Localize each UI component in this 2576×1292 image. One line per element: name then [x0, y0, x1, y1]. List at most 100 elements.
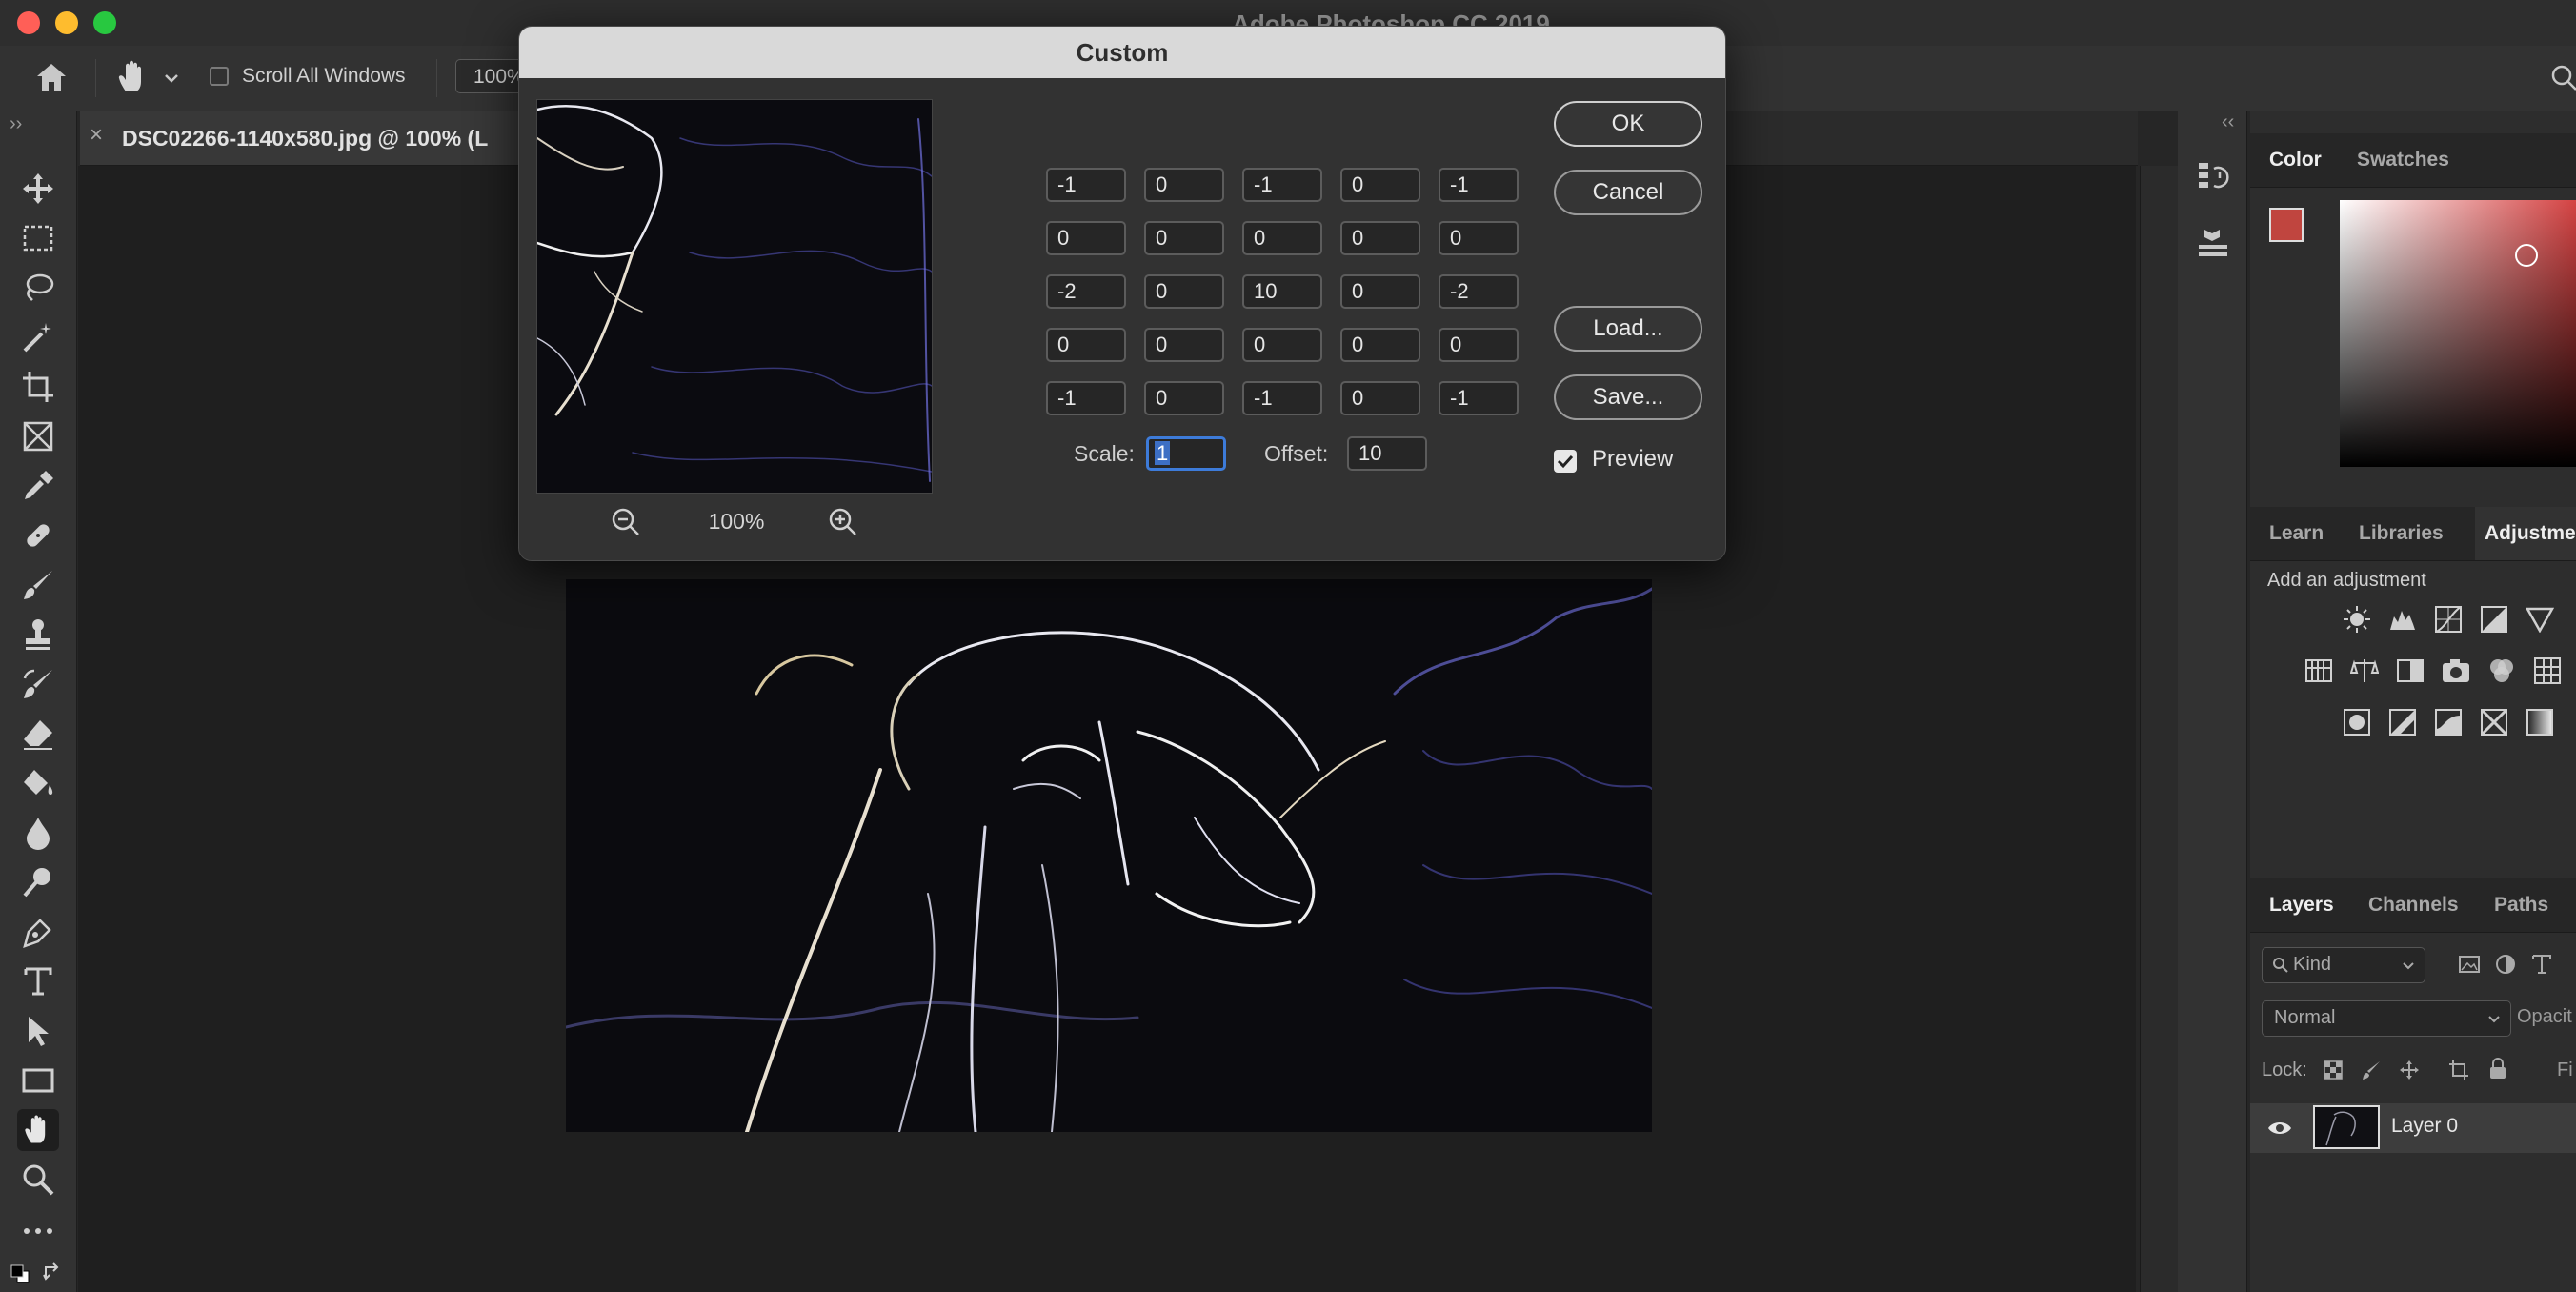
zoom-tool-icon[interactable]	[17, 1159, 59, 1201]
blur-tool-icon[interactable]	[17, 812, 59, 854]
matrix-cell[interactable]: 0	[1242, 328, 1322, 362]
matrix-cell[interactable]: 0	[1439, 328, 1519, 362]
matrix-cell[interactable]: 0	[1144, 168, 1224, 202]
matrix-cell[interactable]: 0	[1439, 221, 1519, 255]
preview-zoom-out-icon[interactable]	[611, 507, 641, 537]
foreground-color-swatch[interactable]	[2269, 208, 2304, 242]
color-balance-icon[interactable]	[2349, 656, 2380, 686]
matrix-cell[interactable]: -2	[1046, 274, 1126, 309]
color-picker-field[interactable]	[2340, 200, 2576, 467]
blend-mode-select[interactable]: Normal	[2262, 1000, 2511, 1037]
matrix-cell[interactable]: 0	[1046, 221, 1126, 255]
threshold-icon[interactable]	[2433, 707, 2464, 737]
matrix-cell[interactable]: -1	[1439, 168, 1519, 202]
matrix-cell[interactable]: -1	[1439, 381, 1519, 415]
tab-swatches[interactable]: Swatches	[2357, 133, 2449, 187]
filter-preview[interactable]	[536, 99, 933, 494]
tab-layers[interactable]: Layers	[2269, 878, 2334, 932]
tab-color[interactable]: Color	[2269, 133, 2322, 187]
layer-kind-filter[interactable]: Kind	[2262, 947, 2425, 983]
matrix-cell[interactable]: 0	[1144, 328, 1224, 362]
path-selection-tool-icon[interactable]	[17, 1010, 59, 1052]
lock-pixels-icon[interactable]	[2361, 1060, 2382, 1080]
collapse-toolbar-icon[interactable]: ››	[10, 113, 22, 135]
levels-icon[interactable]	[2387, 604, 2418, 635]
preview-checkbox[interactable]	[1554, 450, 1577, 473]
frame-tool-icon[interactable]	[17, 415, 59, 457]
matrix-cell[interactable]: 0	[1340, 328, 1420, 362]
collapse-panels-icon[interactable]: ‹‹	[2222, 111, 2234, 133]
lock-transparent-icon[interactable]	[2323, 1060, 2344, 1080]
rectangle-tool-icon[interactable]	[17, 1060, 59, 1101]
matrix-cell[interactable]: 0	[1340, 168, 1420, 202]
filter-type-icon[interactable]	[2530, 953, 2553, 976]
matrix-cell-center[interactable]: 10	[1242, 274, 1322, 309]
selective-color-icon[interactable]	[2479, 707, 2509, 737]
minimize-window-button[interactable]	[55, 11, 78, 34]
history-panel-icon[interactable]	[2197, 159, 2229, 193]
layer-name[interactable]: Layer 0	[2391, 1115, 2458, 1138]
type-tool-icon[interactable]	[17, 960, 59, 1002]
crop-tool-icon[interactable]	[17, 366, 59, 408]
eyedropper-tool-icon[interactable]	[17, 465, 59, 507]
search-icon[interactable]	[2549, 63, 2576, 91]
lasso-tool-icon[interactable]	[17, 267, 59, 309]
matrix-cell[interactable]: -1	[1242, 168, 1322, 202]
matrix-cell[interactable]: 0	[1144, 381, 1224, 415]
matrix-cell[interactable]: 0	[1046, 328, 1126, 362]
chevron-down-icon[interactable]	[164, 72, 179, 84]
default-colors-icon[interactable]	[10, 1263, 30, 1284]
color-picker-handle[interactable]	[2515, 244, 2538, 267]
healing-brush-tool-icon[interactable]	[17, 515, 59, 556]
properties-panel-icon[interactable]	[2197, 228, 2229, 262]
hand-tool-icon[interactable]	[17, 1109, 59, 1151]
hand-tool-preset-icon[interactable]	[114, 59, 152, 95]
hue-saturation-icon[interactable]	[2304, 656, 2334, 686]
scale-input[interactable]: 1	[1146, 436, 1226, 471]
home-icon[interactable]	[34, 61, 69, 93]
matrix-cell[interactable]: 0	[1340, 274, 1420, 309]
preview-zoom-in-icon[interactable]	[828, 507, 858, 537]
matrix-cell[interactable]: -1	[1046, 168, 1126, 202]
lock-artboard-icon[interactable]	[2448, 1060, 2469, 1080]
matrix-cell[interactable]: 0	[1242, 221, 1322, 255]
matrix-cell[interactable]: 0	[1144, 274, 1224, 309]
matrix-cell[interactable]: -2	[1439, 274, 1519, 309]
matrix-cell[interactable]: -1	[1242, 381, 1322, 415]
tab-libraries[interactable]: Libraries	[2359, 507, 2444, 560]
gradient-map-icon[interactable]	[2525, 707, 2555, 737]
eye-icon[interactable]	[2267, 1120, 2292, 1137]
vertical-scrollbar[interactable]	[2140, 166, 2179, 1292]
photo-filter-icon[interactable]	[2441, 656, 2471, 686]
posterize-icon[interactable]	[2387, 707, 2418, 737]
clone-stamp-tool-icon[interactable]	[17, 614, 59, 656]
invert-icon[interactable]	[2342, 707, 2372, 737]
matrix-cell[interactable]: -1	[1046, 381, 1126, 415]
black-white-icon[interactable]	[2395, 656, 2425, 686]
pen-tool-icon[interactable]	[17, 911, 59, 953]
move-tool-icon[interactable]	[17, 168, 59, 210]
tab-learn[interactable]: Learn	[2269, 507, 2324, 560]
paint-bucket-tool-icon[interactable]	[17, 762, 59, 804]
offset-input[interactable]: 10	[1347, 436, 1427, 471]
tab-paths[interactable]: Paths	[2494, 878, 2548, 932]
filter-adjustment-icon[interactable]	[2494, 953, 2517, 976]
scroll-all-windows-checkbox[interactable]	[210, 67, 229, 86]
vibrance-icon[interactable]	[2525, 604, 2555, 635]
tab-channels[interactable]: Channels	[2368, 878, 2459, 932]
lock-all-icon[interactable]	[2488, 1058, 2507, 1080]
save-button[interactable]: Save...	[1554, 374, 1702, 420]
filter-pixel-icon[interactable]	[2458, 953, 2481, 976]
matrix-cell[interactable]: 0	[1144, 221, 1224, 255]
curves-icon[interactable]	[2433, 604, 2464, 635]
channel-mixer-icon[interactable]	[2486, 656, 2517, 686]
magic-wand-tool-icon[interactable]	[17, 316, 59, 358]
more-tools-icon[interactable]	[17, 1210, 59, 1252]
exposure-icon[interactable]	[2479, 604, 2509, 635]
zoom-window-button[interactable]	[93, 11, 116, 34]
ok-button[interactable]: OK	[1554, 101, 1702, 147]
tab-adjustments[interactable]: Adjustme	[2475, 507, 2576, 560]
lock-position-icon[interactable]	[2399, 1060, 2420, 1080]
matrix-cell[interactable]: 0	[1340, 381, 1420, 415]
brush-tool-icon[interactable]	[17, 564, 59, 606]
